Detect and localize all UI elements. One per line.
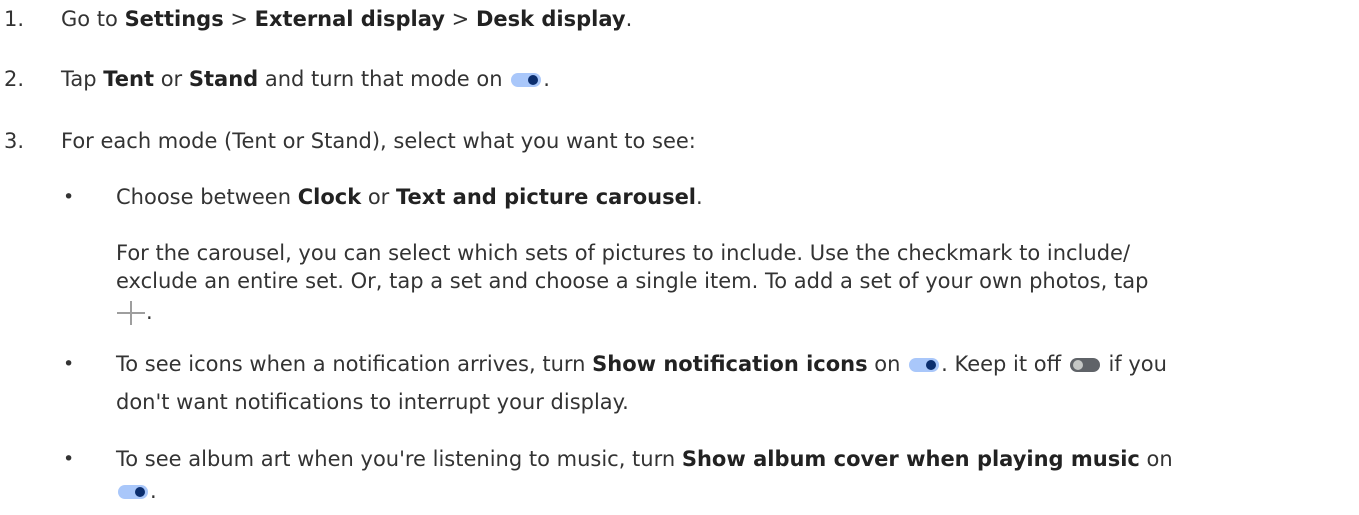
bullet: • [63,448,75,470]
show-notification-icons-label: Show notification icons [592,352,868,376]
clock-label: Clock [297,185,362,209]
toggle-off-icon [1069,358,1100,372]
toggle-on-icon [118,485,148,499]
step-text: Tap Tent or Stand and turn that mode on … [61,67,550,91]
stand-label: Stand [188,67,259,91]
carousel-label: Text and picture carousel [396,185,697,209]
settings-label: Settings [124,7,224,31]
tent-label: Tent [103,67,155,91]
external-display-label: External display [254,7,445,31]
bullet: • [63,353,75,375]
plus-icon [116,297,146,327]
desk-display-label: Desk display [475,7,626,31]
step-number: 1. [4,7,25,31]
step-number: 2. [4,67,25,91]
toggle-on-icon [511,73,542,87]
step-text: For each mode (Tent or Stand), select wh… [61,129,696,153]
step-text: Go to Settings > External display > Desk… [61,7,633,31]
show-album-cover-label: Show album cover when playing music [681,447,1140,471]
bullet: • [63,186,75,208]
help-article: { "steps": [ {"number": "1.", "p1": "Go … [0,0,1359,515]
step-number: 3. [4,129,25,153]
toggle-on-icon [909,358,940,372]
